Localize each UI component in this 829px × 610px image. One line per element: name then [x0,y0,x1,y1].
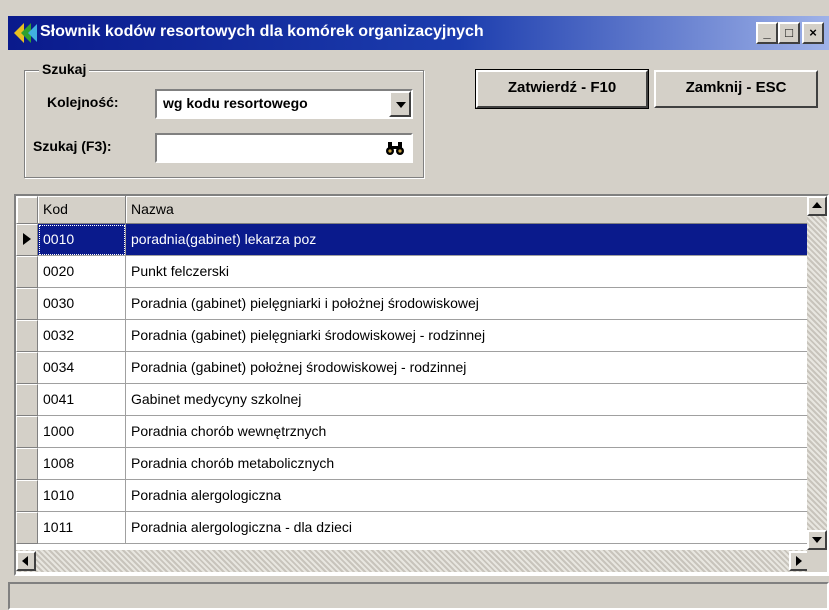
row-indicator[interactable] [16,256,38,288]
scroll-left-button[interactable] [16,551,36,571]
table-row[interactable]: 1000 Poradnia chorób wewnętrznych [16,416,809,448]
header-indicator [16,196,38,224]
row-indicator[interactable] [16,320,38,352]
horizontal-scrollbar[interactable] [16,550,809,572]
column-header-kod[interactable]: Kod [38,196,126,224]
cell-nazwa[interactable]: Poradnia (gabinet) położnej środowiskowe… [126,352,809,384]
row-indicator[interactable] [16,384,38,416]
maximize-button[interactable]: □ [778,22,800,44]
order-select[interactable]: wg kodu resortowego [155,89,413,119]
close-button[interactable]: Zamknij - ESC [654,70,818,108]
cell-nazwa[interactable]: Poradnia alergologiczna [126,480,809,512]
cell-nazwa[interactable]: Gabinet medycyny szkolnej [126,384,809,416]
table-row[interactable]: 0032 Poradnia (gabinet) pielęgniarki środ… [16,320,809,352]
cell-nazwa[interactable]: Poradnia (gabinet) pielęgniarki i położn… [126,288,809,320]
title-bar[interactable]: Słownik kodów resortowych dla komórek or… [8,16,829,50]
table-row[interactable]: 0034 Poradnia (gabinet) położnej środowis… [16,352,809,384]
order-value: wg kodu resortowego [163,95,308,111]
scrollbar-corner [807,550,827,572]
row-indicator[interactable] [16,416,38,448]
order-label: Kolejność: [47,94,119,110]
scroll-right-button[interactable] [789,551,809,571]
search-group: Szukaj Kolejność: wg kodu resortowego Sz… [24,61,424,178]
table-row[interactable]: 0010 poradnia(gabinet) lekarza poz [16,224,809,256]
row-indicator[interactable] [16,512,38,544]
close-window-button[interactable]: × [802,22,824,44]
status-bar [8,582,829,610]
minimize-button[interactable]: _ [756,22,778,44]
row-indicator[interactable] [16,448,38,480]
vertical-scrollbar[interactable] [807,196,827,550]
binoculars-icon[interactable] [385,140,405,156]
cell-kod[interactable]: 0041 [38,384,126,416]
grid-body: Kod Nazwa 0010 poradnia(gabinet) lekarza … [16,196,809,550]
current-row-pointer-icon [23,233,31,245]
cell-kod[interactable]: 0032 [38,320,126,352]
cell-kod[interactable]: 0010 [38,224,126,256]
cell-nazwa[interactable]: Poradnia alergologiczna - dla dzieci [126,512,809,544]
row-indicator[interactable] [16,352,38,384]
window-title: Słownik kodów resortowych dla komórek or… [40,23,484,40]
search-input[interactable] [155,133,413,163]
chevron-down-icon[interactable] [389,91,411,117]
cell-nazwa[interactable]: Punkt felczerski [126,256,809,288]
row-indicator[interactable] [16,224,38,256]
cell-kod[interactable]: 0020 [38,256,126,288]
scroll-down-button[interactable] [807,530,827,550]
search-label: Szukaj (F3): [33,138,112,154]
column-header-nazwa[interactable]: Nazwa [126,196,809,224]
table-row[interactable]: 0020 Punkt felczerski [16,256,809,288]
table-row[interactable]: 1011 Poradnia alergologiczna - dla dzieci [16,512,809,544]
table-row[interactable]: 0030 Poradnia (gabinet) pielęgniarki i po… [16,288,809,320]
cell-nazwa[interactable]: Poradnia chorób wewnętrznych [126,416,809,448]
table-row[interactable]: 1010 Poradnia alergologiczna [16,480,809,512]
cell-kod[interactable]: 1000 [38,416,126,448]
grid-header: Kod Nazwa [16,196,809,224]
cell-kod[interactable]: 1010 [38,480,126,512]
cell-nazwa[interactable]: poradnia(gabinet) lekarza poz [126,224,809,256]
app-icon [14,23,37,43]
cell-nazwa[interactable]: Poradnia chorób metabolicznych [126,448,809,480]
row-indicator[interactable] [16,288,38,320]
scroll-up-button[interactable] [807,196,827,216]
cell-kod[interactable]: 1008 [38,448,126,480]
table-row[interactable]: 0041 Gabinet medycyny szkolnej [16,384,809,416]
table-row[interactable]: 1008 Poradnia chorób metabolicznych [16,448,809,480]
search-group-label: Szukaj [39,61,90,77]
cell-kod[interactable]: 0030 [38,288,126,320]
cell-kod[interactable]: 0034 [38,352,126,384]
confirm-button[interactable]: Zatwierdź - F10 [475,69,649,109]
codes-grid[interactable]: Kod Nazwa 0010 poradnia(gabinet) lekarza … [14,194,829,576]
row-indicator[interactable] [16,480,38,512]
cell-kod[interactable]: 1011 [38,512,126,544]
cell-nazwa[interactable]: Poradnia (gabinet) pielęgniarki środowis… [126,320,809,352]
